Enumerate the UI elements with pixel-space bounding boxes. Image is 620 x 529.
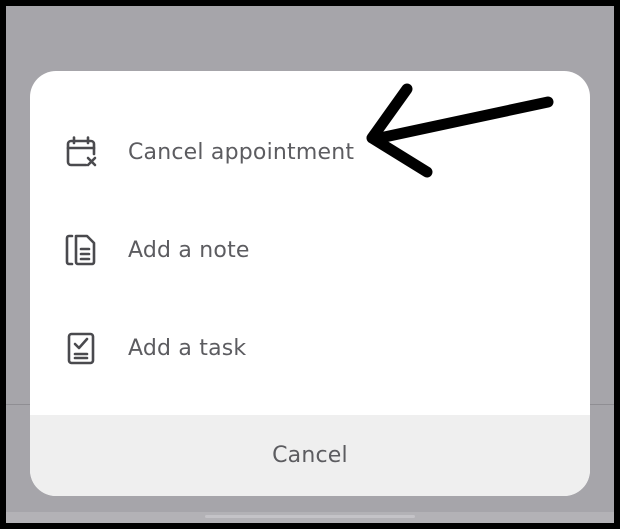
- home-indicator: [205, 515, 415, 518]
- task-checklist-icon: [64, 331, 98, 365]
- add-task-option[interactable]: Add a task: [30, 299, 590, 397]
- cancel-appointment-label: Cancel appointment: [128, 139, 355, 165]
- note-icon: [64, 233, 98, 267]
- screen-frame: Cancel appointment Add a note Add a task…: [6, 6, 614, 523]
- add-note-label: Add a note: [128, 237, 250, 263]
- action-sheet: Cancel appointment Add a note Add a task…: [30, 71, 590, 496]
- cancel-appointment-option[interactable]: Cancel appointment: [30, 103, 590, 201]
- add-task-label: Add a task: [128, 335, 247, 361]
- add-note-option[interactable]: Add a note: [30, 201, 590, 299]
- calendar-x-icon: [64, 135, 98, 169]
- cancel-button-label: Cancel: [272, 443, 348, 468]
- cancel-button[interactable]: Cancel: [30, 415, 590, 496]
